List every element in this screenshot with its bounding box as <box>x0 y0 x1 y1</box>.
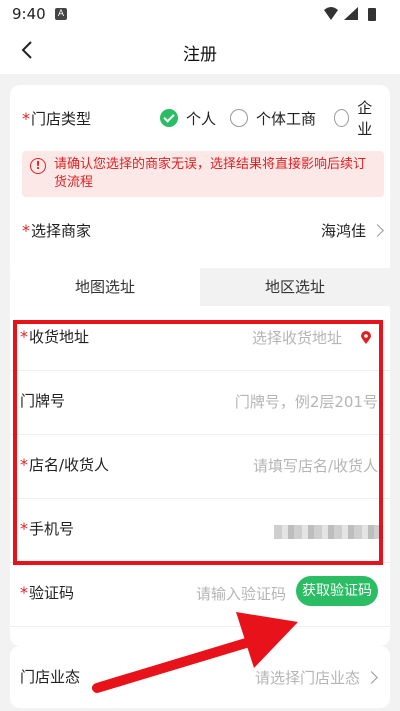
radio-checked-icon[interactable] <box>160 109 178 127</box>
status-time: 9:40 <box>12 5 46 23</box>
battery-icon <box>368 8 376 21</box>
business-select[interactable]: 请选择门店业态 <box>255 667 360 688</box>
required-mark: * <box>22 221 30 240</box>
info-icon: ! <box>30 158 46 174</box>
tab-map-location[interactable]: 地图选址 <box>10 268 200 306</box>
get-code-button[interactable]: 获取验证码 <box>296 576 378 606</box>
business-label: 门店业态 <box>20 668 81 686</box>
required-mark: * <box>20 583 28 602</box>
required-mark: * <box>22 109 30 128</box>
system-status-icons <box>324 7 376 21</box>
store-type-row: *门店类型 个人 个体工商 企业 <box>22 99 382 138</box>
store-type-option-individual-business[interactable]: 个体工商 <box>230 105 316 131</box>
radio-unchecked-icon[interactable] <box>230 109 248 127</box>
warning-text: 请确认您选择的商家无误，选择结果将直接影响后续订货流程 <box>54 157 367 190</box>
code-input[interactable]: 请输入验证码 <box>196 583 286 604</box>
select-merchant-row[interactable]: *选择商家 海鸿佳 <box>22 215 384 245</box>
verification-code-row[interactable]: *验证码 请输入验证码 获取验证码 <box>10 562 390 627</box>
app-notification-icon: A <box>55 8 67 20</box>
annotation-highlight-box <box>13 320 383 565</box>
page-title: 注册 <box>183 45 217 65</box>
tab-region-location[interactable]: 地区选址 <box>200 268 390 306</box>
warning-banner: ! 请确认您选择的商家无误，选择结果将直接影响后续订货流程 <box>22 151 384 197</box>
status-bar: 9:40 A <box>0 0 400 28</box>
location-tabs: 地图选址 地区选址 <box>10 268 390 306</box>
store-type-option-enterprise[interactable]: 企业 <box>334 99 382 138</box>
code-label: 验证码 <box>29 584 75 602</box>
store-type-label: *门店类型 <box>22 109 92 128</box>
chevron-right-icon <box>365 671 378 684</box>
app-header: 注册 <box>0 28 400 74</box>
chevron-right-icon <box>371 224 384 237</box>
radio-unchecked-icon[interactable] <box>334 109 350 127</box>
merchant-value: 海鸿佳 <box>320 222 366 240</box>
signal-icon <box>344 7 358 20</box>
store-type-option-personal[interactable]: 个人 <box>160 105 216 131</box>
store-info-card: *门店类型 个人 个体工商 企业 ! 请确认您选择的商家无误，选择结果将直接影响… <box>10 85 390 281</box>
merchant-label: 选择商家 <box>31 222 92 240</box>
business-type-row[interactable]: 门店业态 请选择门店业态 <box>10 646 390 708</box>
wifi-icon <box>324 7 338 20</box>
